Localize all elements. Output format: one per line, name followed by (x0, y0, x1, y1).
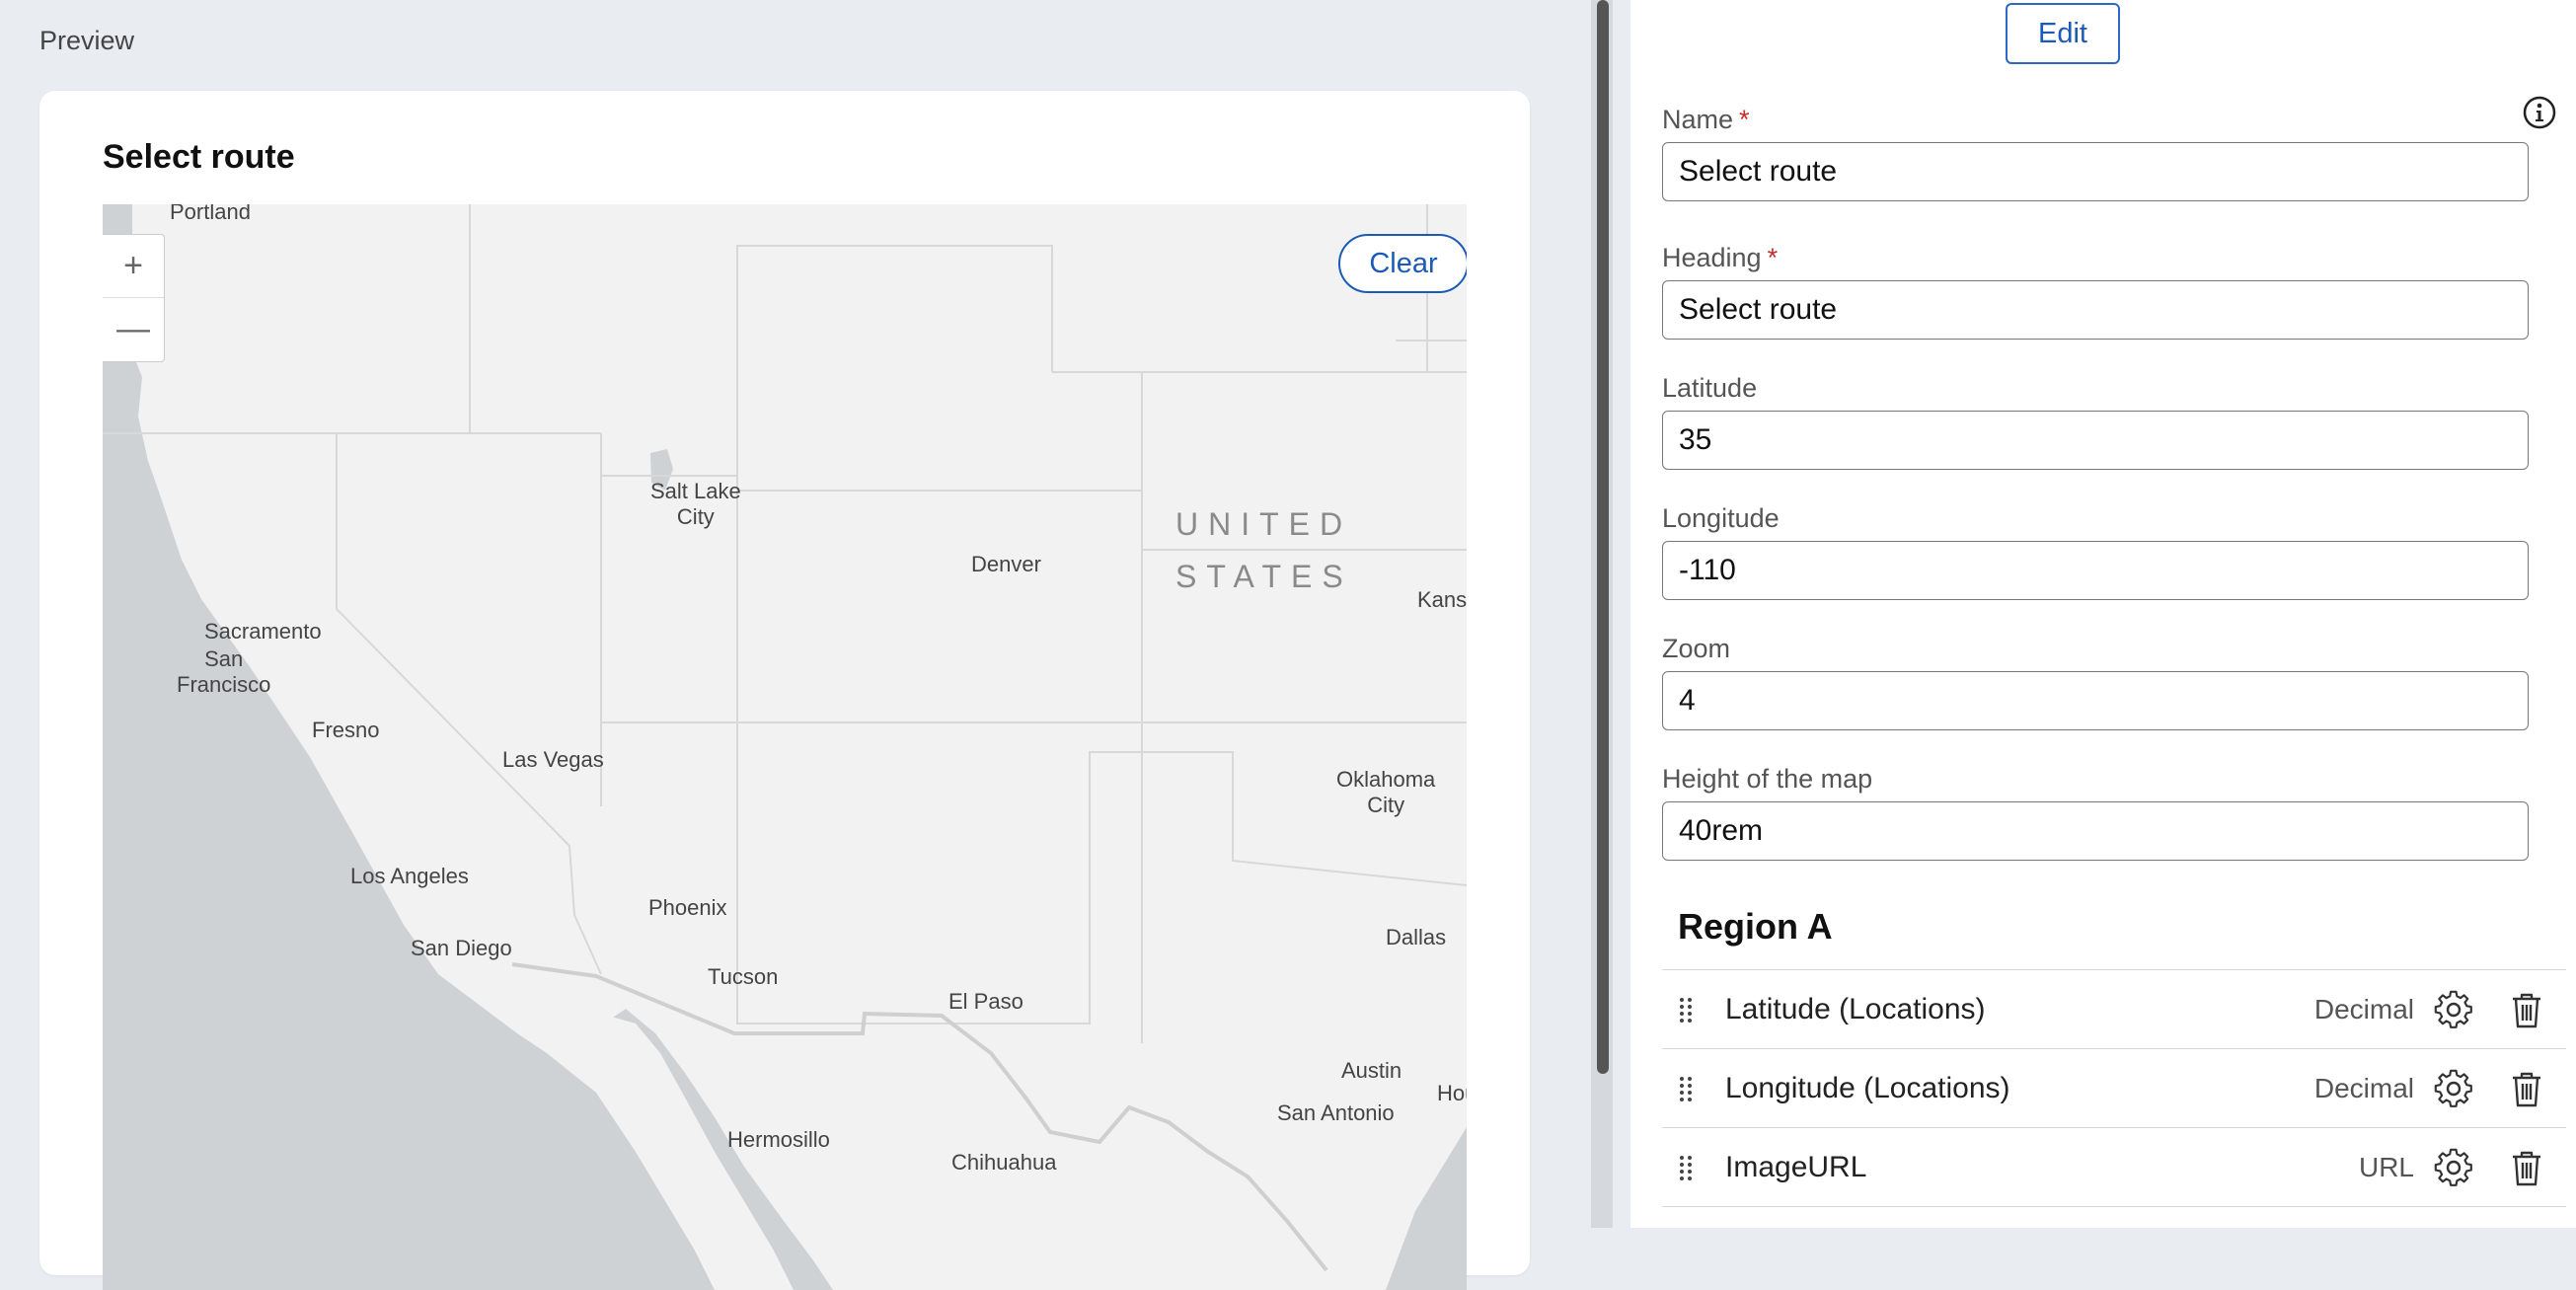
region-row-type: Decimal (2313, 994, 2414, 1024)
drag-handle-icon[interactable] (1678, 1076, 1694, 1101)
map-label-hermosillo: Hermosillo (727, 1127, 830, 1152)
gear-icon[interactable] (2434, 990, 2473, 1029)
zoom-in-button[interactable]: + (103, 235, 164, 297)
region-row-type: Decimal (2313, 1073, 2414, 1103)
preview-card: Select route Portland Salt Lake City Den… (39, 91, 1530, 1290)
map-label-las-vegas: Las Vegas (502, 747, 604, 772)
map-label-oklahoma-city: Oklahoma City (1336, 767, 1436, 818)
region-row-label: Latitude (Locations) (1725, 993, 1986, 1025)
map-label-phoenix: Phoenix (648, 895, 727, 920)
map-label-chihuahua: Chihuahua (951, 1150, 1057, 1175)
edit-button[interactable]: Edit (2006, 3, 2120, 64)
longitude-input[interactable] (1662, 541, 2529, 600)
map-label-states: STATES (1175, 559, 1353, 594)
map-label-sacramento: Sacramento (204, 619, 322, 644)
map-label-kansas: Kans (1417, 587, 1467, 612)
region-row-partial (1662, 1206, 2566, 1286)
name-label: Name * (1662, 105, 1750, 135)
name-input[interactable] (1662, 142, 2529, 201)
map-label-los-angeles: Los Angeles (350, 864, 469, 888)
map-label-austin: Austin (1341, 1058, 1402, 1083)
pacific-ocean (103, 204, 715, 1290)
latitude-input[interactable] (1662, 411, 2529, 470)
map-label-san-francisco: San Francisco (177, 646, 271, 698)
region-row-label: ImageURL (1725, 1151, 1867, 1183)
gulf-of-mexico (1386, 1127, 1467, 1290)
map-label-san-antonio: San Antonio (1277, 1100, 1395, 1125)
zoom-label: Zoom (1662, 634, 1731, 663)
region-row: Latitude (Locations) Decimal (1662, 969, 2566, 1049)
map-label-salt-lake-city: Salt Lake City (650, 479, 741, 530)
trash-icon[interactable] (2507, 990, 2546, 1029)
card-title: Select route (103, 138, 295, 176)
preview-label: Preview (39, 26, 135, 55)
info-icon[interactable] (2523, 96, 2556, 129)
map-label-denver: Denver (971, 552, 1041, 576)
map-view[interactable]: Portland Salt Lake City Denver UNITED ST… (103, 204, 1467, 1290)
map-label-united: UNITED (1175, 506, 1353, 542)
region-title: Region A (1678, 906, 1833, 947)
scrollbar-thumb[interactable] (1597, 0, 1609, 1074)
required-marker: * (1767, 243, 1779, 272)
zoom-control: + — (103, 234, 165, 362)
clear-button[interactable]: Clear (1338, 234, 1467, 293)
map-label-dallas: Dallas (1386, 925, 1447, 949)
map-label-portland: Portland (170, 204, 251, 224)
gear-icon[interactable] (2434, 1148, 2473, 1187)
trash-icon[interactable] (2507, 1069, 2546, 1108)
drag-handle-icon[interactable] (1678, 1155, 1694, 1180)
longitude-label: Longitude (1662, 503, 1780, 533)
map-label-houston: Housto (1437, 1081, 1467, 1105)
heading-label: Heading * (1662, 243, 1778, 273)
heading-input[interactable] (1662, 280, 2529, 340)
region-row: ImageURL URL (1662, 1127, 2566, 1207)
name-label-text: Name (1662, 105, 1734, 134)
properties-panel: Edit Name* Heading* Latitude Longitude Z… (1630, 0, 2576, 1228)
required-marker: * (1739, 105, 1750, 134)
map-height-input[interactable] (1662, 801, 2529, 861)
map-label-san-diego: San Diego (411, 936, 512, 960)
region-row-label: Longitude (Locations) (1725, 1072, 2010, 1104)
drag-handle-icon[interactable] (1678, 997, 1694, 1023)
map-label-tucson: Tucson (708, 964, 779, 989)
trash-icon[interactable] (2507, 1148, 2546, 1187)
map-label-fresno: Fresno (312, 718, 380, 742)
map-label-el-paso: El Paso (948, 989, 1023, 1014)
map-height-label: Height of the map (1662, 764, 1873, 794)
heading-label-text: Heading (1662, 243, 1762, 272)
region-row-type: URL (2358, 1152, 2414, 1182)
region-row: Longitude (Locations) Decimal (1662, 1048, 2566, 1128)
zoom-out-button[interactable]: — (103, 297, 164, 360)
zoom-input[interactable] (1662, 671, 2529, 730)
latitude-label: Latitude (1662, 373, 1758, 403)
gear-icon[interactable] (2434, 1069, 2473, 1108)
